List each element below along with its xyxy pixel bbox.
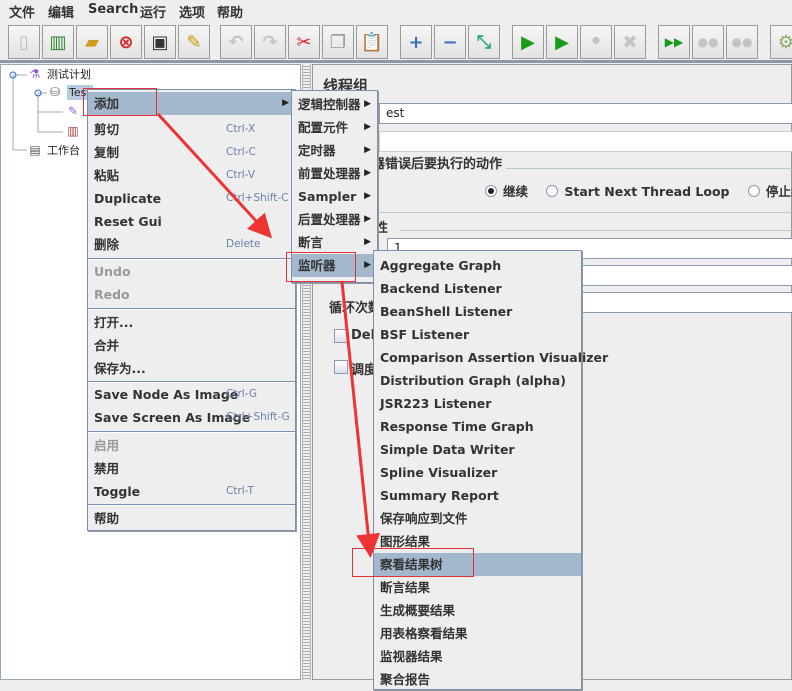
submenu-assertion[interactable]: 断言 ▶ [292, 231, 377, 254]
dropper-icon: ✎ [67, 104, 79, 118]
menu-item-merge[interactable]: 合并 [88, 334, 295, 357]
flask-icon: ⚗ [29, 67, 41, 81]
context-menu: 添加 ▶ 剪切 Ctrl-X 复制 Ctrl-C 粘贴 Ctrl-V Duplicate… [87, 89, 296, 531]
listener-item[interactable]: Distribution Graph (alpha) [374, 369, 581, 392]
cut-icon[interactable]: ✂ [288, 25, 320, 59]
submenu-pre-processor[interactable]: 前置处理器 ▶ [292, 162, 377, 185]
menu-item-enable[interactable]: 启用 [88, 434, 295, 457]
listener-item[interactable]: Aggregate Graph [374, 254, 581, 277]
submenu-arrow-icon: ▶ [282, 98, 289, 108]
menu-item-save-node-image[interactable]: Save Node As Image Ctrl-G [88, 383, 295, 406]
listener-item[interactable]: 断言结果 [374, 576, 581, 599]
test-tubes-icon: ▥ [67, 124, 79, 138]
remote-start-icon[interactable]: ▶▶ [658, 25, 690, 59]
listener-item[interactable]: BSF Listener [374, 323, 581, 346]
annotation-box-view-results-tree [352, 548, 474, 577]
menu-item-duplicate[interactable]: Duplicate Ctrl+Shift-C [88, 187, 295, 210]
listener-item[interactable]: 保存响应到文件 [374, 507, 581, 530]
menu-item-redo[interactable]: Redo [88, 283, 295, 306]
menu-item-reset-gui[interactable]: Reset Gui [88, 210, 295, 233]
tree-node-workbench[interactable]: ▤ 工作台 [27, 142, 80, 158]
menu-item-help[interactable]: 帮助 [88, 507, 295, 530]
stop-icon[interactable]: ⯃ [580, 25, 612, 59]
open-icon[interactable]: ▰ [76, 25, 108, 59]
menu-item-save-screen-image[interactable]: Save Screen As Image Ctrl+Shift-G [88, 406, 295, 429]
new-icon[interactable]: ▯ [8, 25, 40, 59]
radio-stop-thread[interactable]: 停止线程 [747, 184, 792, 199]
annotation-box-listener [286, 252, 356, 282]
collapse-icon[interactable]: − [434, 25, 466, 59]
listener-item[interactable]: Response Time Graph [374, 415, 581, 438]
tree-node-child[interactable]: ▥ [65, 123, 81, 139]
comments-field[interactable] [379, 131, 792, 152]
menu-separator [88, 308, 295, 310]
listener-item[interactable]: JSR223 Listener [374, 392, 581, 415]
menu-help[interactable]: 帮助 [217, 2, 243, 21]
listener-item[interactable]: Backend Listener [374, 277, 581, 300]
shutdown-icon[interactable]: ✖ [614, 25, 646, 59]
menu-item-cut[interactable]: 剪切 Ctrl-X [88, 118, 295, 141]
listener-item[interactable]: 监视器结果 [374, 645, 581, 668]
listener-item[interactable]: Comparison Assertion Visualizer [374, 346, 608, 369]
listener-item[interactable]: 用表格察看结果 [374, 622, 581, 645]
menu-item-paste[interactable]: 粘贴 Ctrl-V [88, 164, 295, 187]
submenu-sampler[interactable]: Sampler ▶ [292, 185, 377, 208]
start-no-pause-icon[interactable]: ▶ [546, 25, 578, 59]
remote-stop-icon[interactable]: ●● [692, 25, 724, 59]
menu-separator [88, 504, 295, 506]
start-icon[interactable]: ▶ [512, 25, 544, 59]
menu-item-undo[interactable]: Undo [88, 260, 295, 283]
menu-options[interactable]: 选项 [179, 2, 205, 21]
listener-item[interactable]: Spline Visualizer [374, 461, 581, 484]
error-action-radios: 继续 Start Next Thread Loop 停止线程 [485, 181, 792, 200]
radio-start-next-loop[interactable]: Start Next Thread Loop [546, 184, 730, 199]
save-icon[interactable]: ▣ [144, 25, 176, 59]
remote-shutdown-icon[interactable]: ●● [726, 25, 758, 59]
tree-node-test-plan[interactable]: ⚗ 测试计划 [27, 66, 91, 82]
listener-item[interactable]: BeanShell Listener [374, 300, 581, 323]
copy-icon[interactable]: ❐ [322, 25, 354, 59]
menu-item-save-as[interactable]: 保存为... [88, 357, 295, 380]
listener-item[interactable]: Simple Data Writer [374, 438, 581, 461]
menu-item-copy[interactable]: 复制 Ctrl-C [88, 141, 295, 164]
delay-checkbox[interactable] [334, 329, 348, 343]
submenu-logic-controller[interactable]: 逻辑控制器 ▶ [292, 93, 377, 116]
toolbar: ▯ ▥ ▰ ⊗ ▣ ✎ ↶ ↷ ✂ ❐ 📋 + − ⤡ ▶ ▶ ⯃ ✖ ▶▶ ●… [0, 21, 792, 63]
spool-icon: ⛁ [49, 85, 61, 99]
submenu-post-processor[interactable]: 后置处理器 ▶ [292, 208, 377, 231]
menu-separator [88, 431, 295, 433]
submenu-config-element[interactable]: 配置元件 ▶ [292, 116, 377, 139]
expand-icon[interactable]: + [400, 25, 432, 59]
scheduler-checkbox[interactable] [334, 360, 348, 374]
menu-item-delete[interactable]: 删除 Delete [88, 233, 295, 256]
close-icon[interactable]: ⊗ [110, 25, 142, 59]
toggle-icon[interactable]: ⤡ [468, 25, 500, 59]
menu-file[interactable]: 文件 [9, 2, 35, 21]
listener-item[interactable]: 聚合报告 [374, 668, 581, 691]
redo-icon[interactable]: ↷ [254, 25, 286, 59]
menu-run[interactable]: 运行 [140, 2, 166, 21]
listener-submenu: Aggregate Graph Backend Listener BeanShell… [373, 250, 608, 691]
name-field[interactable]: est [379, 103, 792, 124]
undo-icon[interactable]: ↶ [220, 25, 252, 59]
clipboard-icon: ▤ [29, 143, 41, 157]
menu-item-disable[interactable]: 禁用 [88, 457, 295, 480]
menu-item-toggle[interactable]: Toggle Ctrl-T [88, 480, 295, 503]
annotation-box-add [83, 88, 157, 116]
templates-icon[interactable]: ▥ [42, 25, 74, 59]
paste-icon[interactable]: 📋 [356, 25, 388, 59]
menu-edit[interactable]: 编辑 [48, 2, 74, 21]
listener-item[interactable]: 生成概要结果 [374, 599, 581, 622]
submenu-timer[interactable]: 定时器 ▶ [292, 139, 377, 162]
listener-item[interactable]: Summary Report [374, 484, 581, 507]
settings-icon[interactable]: ⚙ [770, 25, 792, 59]
tree-node-child[interactable]: ✎ [65, 103, 81, 119]
radio-continue[interactable]: 继续 [485, 184, 528, 199]
save-as-icon[interactable]: ✎ [178, 25, 210, 59]
menu-search[interactable]: Search [88, 2, 138, 17]
menu-bar: 文件 编辑 Search 运行 选项 帮助 [0, 0, 792, 21]
menu-item-open[interactable]: 打开... [88, 311, 295, 334]
